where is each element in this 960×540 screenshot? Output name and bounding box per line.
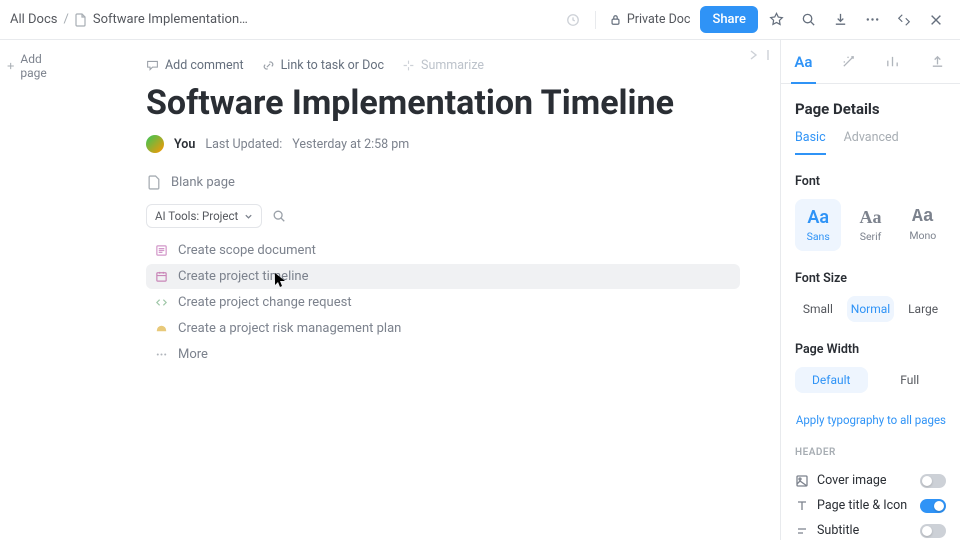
ai-item-scope-doc[interactable]: Create scope document	[146, 238, 740, 263]
font-serif[interactable]: AaSerif	[847, 199, 893, 251]
more-icon[interactable]	[858, 6, 886, 34]
pagewidth-label: Page Width	[795, 342, 946, 357]
ai-item-project-timeline[interactable]: Create project timeline	[146, 264, 740, 289]
doc-icon	[75, 13, 87, 27]
subtab-advanced[interactable]: Advanced	[844, 130, 899, 155]
panel-tab-typography[interactable]: Aa	[781, 40, 826, 83]
fontsize-label: Font Size	[795, 271, 946, 286]
ai-item-risk-plan[interactable]: Create a project risk management plan	[146, 316, 740, 341]
panel-tab-ai[interactable]	[826, 40, 871, 83]
toggle-label-title: Page title & Icon	[817, 498, 912, 513]
sidebar-collapse-icon[interactable]	[748, 48, 770, 66]
image-icon	[795, 474, 809, 488]
last-updated-value: Yesterday at 2:58 pm	[292, 137, 409, 152]
plus-icon	[6, 60, 15, 72]
breadcrumb-all-docs[interactable]: All Docs	[10, 12, 58, 27]
toggle-subtitle[interactable]	[920, 524, 946, 538]
summarize-button[interactable]: Summarize	[402, 58, 484, 73]
pagewidth-default[interactable]: Default	[795, 367, 868, 393]
panel-title: Page Details	[795, 100, 946, 118]
title-icon	[795, 499, 809, 513]
fontsize-small[interactable]: Small	[795, 296, 841, 322]
magnifier-icon[interactable]	[794, 6, 822, 34]
private-doc-button[interactable]: Private Doc	[610, 12, 691, 27]
subtab-basic[interactable]: Basic	[795, 130, 826, 155]
toggle-label-cover: Cover image	[817, 473, 912, 488]
calendar-icon	[154, 270, 168, 284]
toggle-cover-image[interactable]	[920, 474, 946, 488]
header-section-label: HEADER	[795, 447, 946, 458]
doc-list-icon	[154, 244, 168, 258]
breadcrumb-current[interactable]: Software Implementation…	[93, 12, 248, 27]
blank-page-option[interactable]: Blank page	[146, 175, 740, 190]
add-comment-button[interactable]: Add comment	[146, 58, 244, 73]
wand-icon	[841, 54, 856, 69]
add-page-button[interactable]: Add page	[6, 52, 60, 80]
stats-icon	[885, 54, 900, 69]
share-button[interactable]: Share	[700, 6, 758, 33]
toggle-label-subtitle: Subtitle	[817, 523, 912, 538]
font-sans[interactable]: AaSans	[795, 199, 841, 251]
ai-tools-dropdown[interactable]: AI Tools: Project	[146, 204, 262, 228]
sparkle-icon	[402, 59, 415, 72]
export-icon	[930, 54, 945, 69]
chevron-down-icon	[244, 212, 253, 221]
page-icon	[148, 175, 161, 190]
ai-item-more[interactable]: More	[146, 342, 740, 367]
font-mono[interactable]: AaMono	[900, 199, 946, 251]
fontsize-large[interactable]: Large	[900, 296, 946, 322]
pagewidth-full[interactable]: Full	[874, 367, 947, 393]
close-icon[interactable]	[922, 6, 950, 34]
panel-tab-export[interactable]	[915, 40, 960, 83]
link-to-task-button[interactable]: Link to task or Doc	[262, 58, 384, 73]
comment-icon	[146, 59, 159, 72]
link-icon	[262, 59, 275, 72]
fontsize-normal[interactable]: Normal	[847, 296, 894, 322]
font-label: Font	[795, 174, 946, 189]
download-icon[interactable]	[826, 6, 854, 34]
search-icon[interactable]	[272, 209, 286, 223]
author-you: You	[174, 137, 195, 152]
more-dots-icon	[154, 348, 168, 362]
avatar	[146, 135, 164, 153]
page-title[interactable]: Software Implementation Timeline	[146, 83, 740, 123]
lock-icon	[610, 14, 621, 26]
subtitle-icon	[795, 524, 809, 538]
helmet-icon	[154, 322, 168, 336]
collapse-icon[interactable]	[890, 6, 918, 34]
panel-tab-stats[interactable]	[871, 40, 916, 83]
apply-typography-link[interactable]: Apply typography to all pages	[795, 413, 946, 427]
last-updated-label: Last Updated:	[205, 137, 282, 152]
star-icon[interactable]	[762, 6, 790, 34]
history-icon[interactable]	[559, 6, 587, 34]
toggle-page-title-icon[interactable]	[920, 499, 946, 513]
code-icon	[154, 296, 168, 310]
ai-item-change-request[interactable]: Create project change request	[146, 290, 740, 315]
breadcrumb-separator: /	[64, 12, 69, 27]
